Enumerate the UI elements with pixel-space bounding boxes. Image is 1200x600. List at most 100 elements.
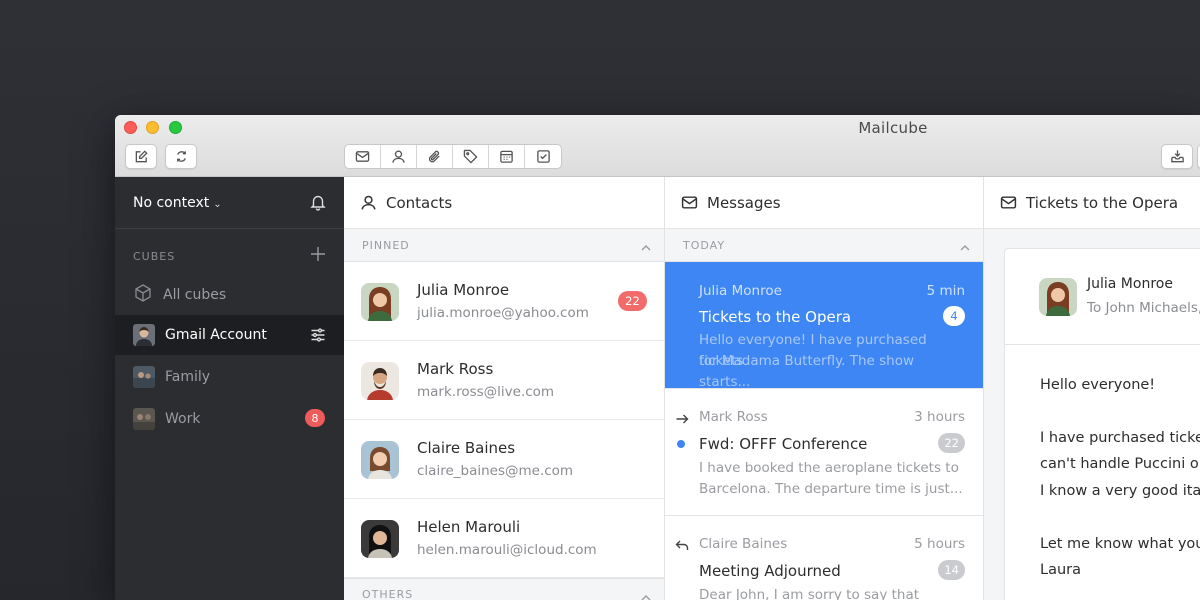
unread-badge: 22	[618, 291, 647, 311]
contact-row[interactable]: Julia Monroe julia.monroe@yahoo.com 22	[344, 262, 664, 341]
sidebar-item-label: Work	[165, 411, 201, 427]
contact-name: Julia Monroe	[417, 281, 510, 299]
view-switcher	[344, 144, 562, 169]
pinned-section-header[interactable]: PINNED	[344, 229, 664, 262]
sidebar-item-label: Gmail Account	[165, 327, 267, 343]
message-preview-line: I have booked the aeroplane tickets to	[699, 460, 959, 476]
sidebar-item-gmail-account[interactable]: Gmail Account	[115, 315, 344, 355]
inbox-download-icon	[1170, 150, 1184, 163]
sidebar-divider	[115, 228, 344, 229]
sidebar-item-label: All cubes	[163, 287, 227, 303]
notifications-button[interactable]	[309, 193, 327, 211]
attachments-view-button[interactable]	[417, 145, 453, 168]
thread-count-badge: 4	[943, 306, 965, 326]
contact-email: julia.monroe@yahoo.com	[417, 305, 589, 321]
titlebar: Mailcube	[115, 115, 1200, 177]
today-section-header[interactable]: TODAY	[665, 229, 983, 262]
contacts-pane: Contacts PINNED Julia Monroe julia.monro…	[344, 177, 665, 600]
contacts-view-button[interactable]	[381, 145, 417, 168]
compose-button[interactable]	[125, 144, 157, 169]
message-body-line: can't handle Puccini on	[1040, 456, 1200, 472]
avatar	[361, 283, 399, 321]
message-preview-line: Barcelona. The departure time is just...	[699, 481, 963, 497]
contacts-icon	[361, 195, 376, 210]
mail-icon	[1000, 196, 1017, 209]
contact-row[interactable]: Mark Ross mark.ross@live.com	[344, 341, 664, 420]
message-row-selected[interactable]: Julia Monroe 5 min Tickets to the Opera …	[665, 262, 983, 390]
cube-settings-button[interactable]	[310, 327, 326, 347]
message-from: Mark Ross	[699, 409, 768, 425]
message-preview-line: for Madama Butterfly. The show starts...	[699, 353, 915, 390]
forward-arrow-icon	[675, 411, 689, 425]
message-subject: Fwd: OFFF Conference	[699, 435, 868, 453]
messages-pane: Messages TODAY Julia Monroe 5 min Ticket…	[665, 177, 984, 600]
contacts-header: Contacts	[344, 177, 664, 229]
cubes-section-label: CUBES	[133, 250, 176, 263]
message-body-line: Laura	[1040, 562, 1082, 578]
avatar	[361, 520, 399, 558]
reader-pane: Tickets to the Opera Julia Monroe To Joh…	[984, 177, 1200, 600]
app-window: Mailcube No context ⌄ CUBES All cubes Gm…	[115, 115, 1200, 600]
contact-email: helen.marouli@icloud.com	[417, 542, 597, 558]
messages-header: Messages	[665, 177, 983, 229]
add-cube-button[interactable]	[310, 246, 326, 262]
chevron-up-icon	[959, 239, 971, 251]
tags-view-button[interactable]	[453, 145, 489, 168]
avatar	[1039, 278, 1077, 316]
sliders-icon	[311, 328, 325, 342]
contact-email: claire_baines@me.com	[417, 463, 574, 479]
thread-count-badge: 14	[938, 560, 965, 580]
message-preview-line: Dear John, I am sorry to say that today'…	[699, 587, 920, 600]
chevron-up-icon	[640, 589, 652, 600]
app-title: Mailcube	[858, 119, 928, 137]
mail-icon	[681, 196, 698, 209]
others-section-header[interactable]: OTHERS	[344, 578, 664, 600]
sidebar-item-all-cubes[interactable]: All cubes	[115, 275, 344, 315]
avatar	[133, 324, 155, 346]
bell-icon	[310, 195, 326, 211]
maximize-window-button[interactable]	[169, 121, 182, 134]
mail-view-button[interactable]	[345, 145, 381, 168]
message-body-line: Let me know what you	[1040, 536, 1200, 552]
tag-icon	[463, 149, 478, 164]
sync-icon	[176, 151, 186, 162]
today-label: TODAY	[683, 238, 726, 252]
message-body-line: Hello everyone!	[1040, 377, 1156, 393]
message-recipients: To John Michaels,	[1087, 300, 1200, 316]
tasks-view-button[interactable]	[525, 145, 561, 168]
avatar	[361, 362, 399, 400]
calendar-view-button[interactable]	[489, 145, 525, 168]
others-label: OTHERS	[362, 588, 414, 600]
sync-button[interactable]	[165, 144, 197, 169]
sidebar-item-family[interactable]: Family	[115, 357, 344, 397]
cube-icon	[133, 283, 153, 307]
unread-dot	[677, 440, 685, 448]
reply-arrow-icon	[675, 537, 689, 551]
contacts-title: Contacts	[386, 193, 453, 212]
contact-row[interactable]: Helen Marouli helen.marouli@icloud.com	[344, 499, 664, 578]
minimize-window-button[interactable]	[146, 121, 159, 134]
contact-email: mark.ross@live.com	[417, 384, 555, 400]
contact-row[interactable]: Claire Baines claire_baines@me.com	[344, 420, 664, 499]
calendar-icon	[500, 150, 513, 163]
tasks-icon	[536, 150, 550, 163]
context-selector[interactable]: No context ⌄	[133, 195, 222, 211]
contacts-icon	[392, 150, 405, 163]
message-subject: Meeting Adjourned	[699, 562, 841, 580]
message-sender: Julia Monroe	[1087, 276, 1173, 292]
message-time: 5 min	[926, 283, 965, 299]
messages-title: Messages	[707, 193, 781, 212]
context-label: No context	[133, 195, 210, 211]
message-row[interactable]: Mark Ross 3 hours Fwd: OFFF Conference 2…	[665, 389, 983, 516]
chevron-down-icon: ⌄	[213, 199, 222, 210]
inbox-download-button[interactable]	[1161, 144, 1193, 169]
unread-badge: 8	[305, 409, 325, 427]
close-window-button[interactable]	[124, 121, 137, 134]
message-from: Claire Baines	[699, 536, 788, 552]
contact-name: Mark Ross	[417, 360, 494, 378]
message-subject: Tickets to the Opera	[699, 308, 852, 326]
message-row[interactable]: Claire Baines 5 hours Meeting Adjourned …	[665, 516, 983, 600]
message-header: Julia Monroe To John Michaels,	[1005, 249, 1200, 345]
sidebar-item-work[interactable]: Work 8	[115, 399, 344, 439]
sidebar: No context ⌄ CUBES All cubes Gmail Accoun…	[115, 177, 344, 600]
